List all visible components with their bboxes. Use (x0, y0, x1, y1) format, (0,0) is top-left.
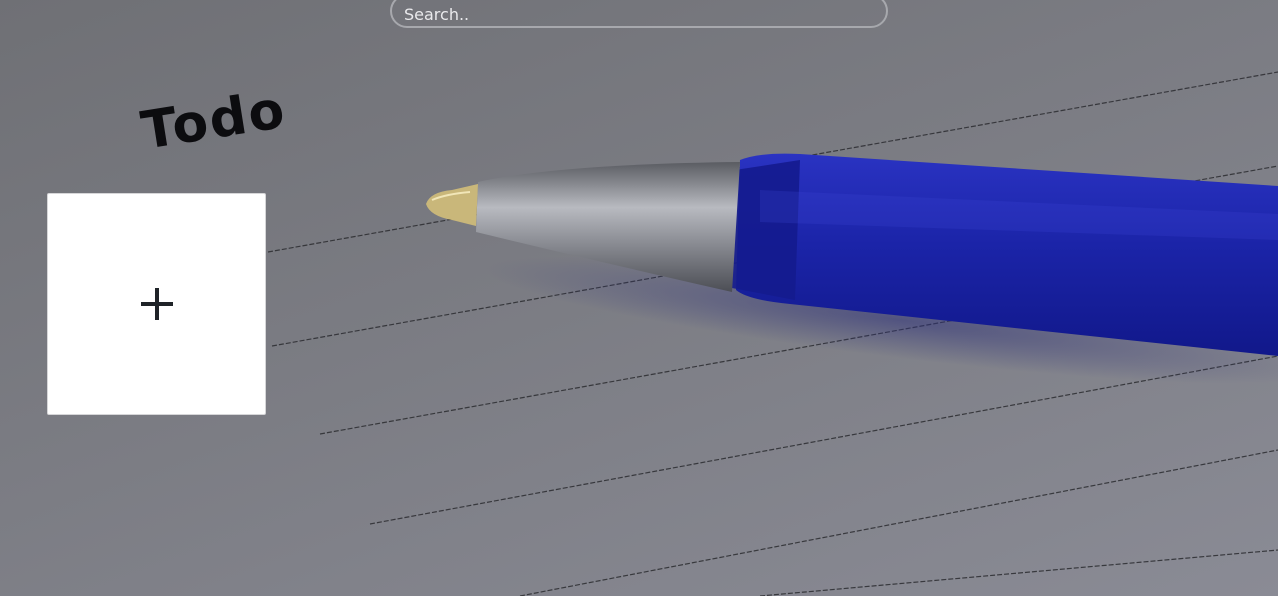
plus-icon (140, 288, 173, 320)
add-todo-card[interactable] (47, 193, 266, 415)
search-input[interactable] (390, 0, 888, 28)
page-background: Todo (0, 0, 1278, 596)
todo-heading: Todo (137, 80, 290, 162)
